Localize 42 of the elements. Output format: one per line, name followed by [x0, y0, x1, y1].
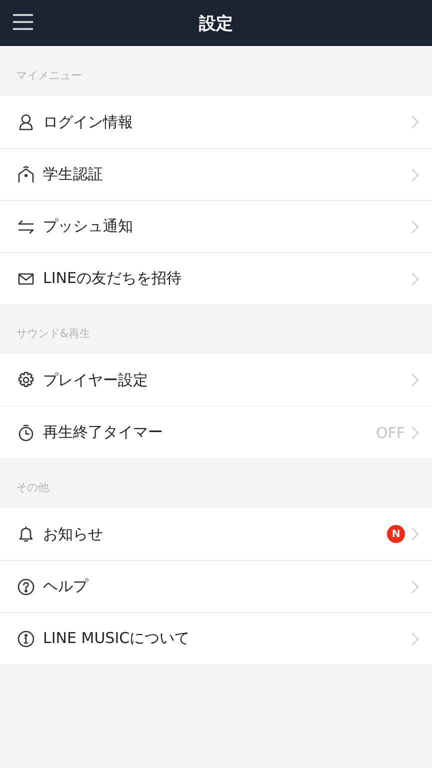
row-label: ヘルプ — [43, 577, 90, 596]
row-label: LINE MUSICについて — [43, 629, 191, 648]
chevron-icon — [411, 168, 419, 182]
chevron-icon — [411, 527, 419, 541]
chevron-icon — [411, 580, 419, 594]
house-icon — [17, 166, 35, 184]
settings-row[interactable]: LINEの友だちを招待 — [0, 252, 432, 304]
settings-row[interactable]: ヘルプ — [0, 560, 432, 612]
row-label: お知らせ — [43, 524, 104, 544]
settings-row[interactable]: ログイン情報 — [0, 96, 432, 148]
section-header: サウンド&再生 — [15, 326, 92, 342]
help-icon — [17, 578, 35, 596]
row-label: 学生認証 — [43, 165, 104, 184]
settings-row[interactable]: プッシュ通知 — [0, 200, 432, 252]
page-title: 設定 — [199, 12, 233, 34]
settings-icon — [17, 371, 35, 389]
stopwatch-icon — [17, 424, 35, 442]
section-header: その他 — [15, 480, 50, 496]
settings-row[interactable]: 再生終了タイマー OFF — [0, 406, 432, 458]
menu-icon[interactable] — [13, 13, 33, 31]
settings-row[interactable]: プレイヤー設定 — [0, 354, 432, 406]
chevron-icon — [411, 272, 419, 286]
person-icon — [17, 113, 35, 131]
chevron-icon — [411, 115, 419, 129]
chevron-icon — [411, 373, 419, 387]
row-value: OFF — [376, 424, 405, 442]
row-label: プレイヤー設定 — [43, 370, 149, 390]
bell-icon — [17, 525, 35, 543]
section-header: マイメニュー — [15, 68, 83, 84]
chevron-icon — [411, 220, 419, 234]
chevron-icon — [411, 632, 419, 646]
row-label: ログイン情報 — [43, 112, 134, 132]
swap-arrows-icon — [17, 218, 35, 236]
row-label: プッシュ通知 — [43, 217, 134, 236]
new-badge: N — [387, 525, 405, 543]
settings-row[interactable]: お知らせ N — [0, 508, 432, 560]
row-label: LINEの友だちを招待 — [43, 269, 182, 288]
row-label: 再生終了タイマー — [43, 423, 164, 442]
info-icon — [17, 630, 35, 648]
settings-row[interactable]: LINE MUSICについて — [0, 612, 432, 664]
chevron-icon — [411, 426, 419, 440]
settings-row[interactable]: 学生認証 — [0, 148, 432, 200]
